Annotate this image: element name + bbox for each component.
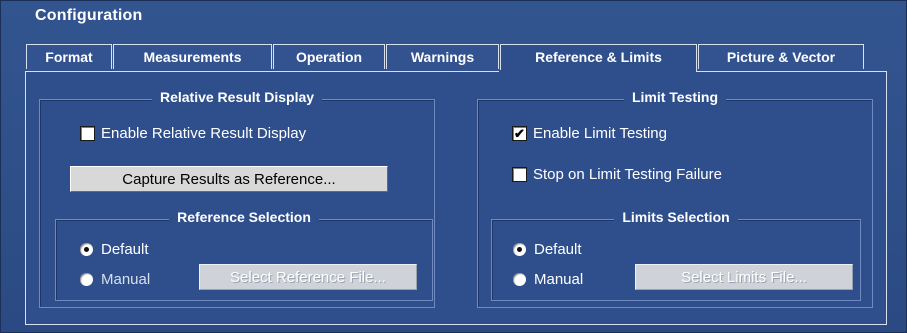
limit-testing-group: Limit Testing ✔ Enable Limit Testing Sto… xyxy=(477,89,873,308)
configuration-window: Configuration Format Measurements Operat… xyxy=(0,0,907,333)
tab-picture-vector[interactable]: Picture & Vector xyxy=(698,44,864,69)
window-title: Configuration xyxy=(35,7,143,24)
tab-content-panel: Relative Result Display Enable Relative … xyxy=(25,71,887,325)
limits-default-radio[interactable]: Default xyxy=(513,241,582,258)
reference-manual-label: Manual xyxy=(101,271,151,288)
limits-default-label: Default xyxy=(534,241,582,258)
active-tab-connector xyxy=(499,70,695,73)
radio-selected-icon xyxy=(80,243,93,256)
stop-checkbox-box[interactable] xyxy=(512,167,527,182)
reference-selection-title: Reference Selection xyxy=(169,209,319,225)
select-limits-file-button[interactable]: Select Limits File... xyxy=(635,264,853,290)
stop-on-failure-label: Stop on Limit Testing Failure xyxy=(533,166,722,183)
reference-manual-radio[interactable]: Manual xyxy=(80,271,150,288)
tab-format[interactable]: Format xyxy=(26,44,112,69)
select-reference-file-button[interactable]: Select Reference File... xyxy=(199,264,417,290)
enable-limit-testing-checkbox[interactable]: ✔ Enable Limit Testing xyxy=(512,125,667,142)
limits-selection-title: Limits Selection xyxy=(614,209,738,225)
tab-measurements[interactable]: Measurements xyxy=(113,44,272,69)
checkmark-icon[interactable]: ✔ xyxy=(512,126,527,141)
reference-default-label: Default xyxy=(101,241,149,258)
tab-warnings[interactable]: Warnings xyxy=(386,44,499,69)
enable-limit-testing-label: Enable Limit Testing xyxy=(533,125,667,142)
reference-selection-group: Reference Selection Default Manual Selec… xyxy=(55,209,433,301)
relative-result-group: Relative Result Display Enable Relative … xyxy=(39,89,435,308)
radio-unselected-icon xyxy=(80,273,93,286)
enable-relative-result-checkbox[interactable]: Enable Relative Result Display xyxy=(80,125,306,142)
limits-selection-group: Limits Selection Default Manual Select L… xyxy=(491,209,861,301)
stop-on-failure-checkbox[interactable]: Stop on Limit Testing Failure xyxy=(512,166,722,183)
enable-relative-result-label: Enable Relative Result Display xyxy=(101,125,307,142)
tab-operation[interactable]: Operation xyxy=(273,44,385,69)
limits-manual-radio[interactable]: Manual xyxy=(513,271,583,288)
limit-testing-title: Limit Testing xyxy=(623,89,727,105)
relative-checkbox-box[interactable] xyxy=(80,126,95,141)
tab-reference-limits[interactable]: Reference & Limits xyxy=(500,44,697,72)
reference-default-radio[interactable]: Default xyxy=(80,241,149,258)
radio-selected-icon xyxy=(513,243,526,256)
radio-unselected-icon xyxy=(513,273,526,286)
limits-manual-label: Manual xyxy=(534,271,584,288)
capture-results-button[interactable]: Capture Results as Reference... xyxy=(70,166,388,192)
relative-result-title: Relative Result Display xyxy=(151,89,323,105)
